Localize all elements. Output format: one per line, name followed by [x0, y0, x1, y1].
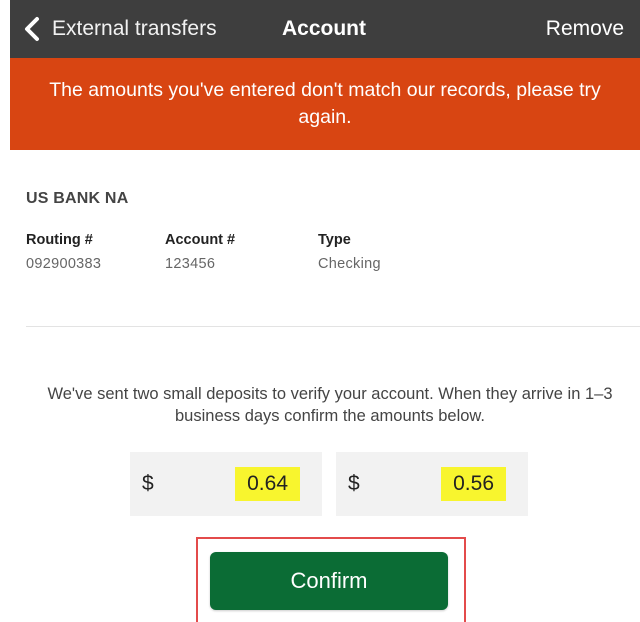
currency-symbol: $ [142, 472, 154, 495]
app-screen: External transfers Account Remove The am… [10, 0, 640, 622]
divider [26, 326, 640, 327]
currency-symbol: $ [348, 472, 360, 495]
remove-button[interactable]: Remove [546, 14, 624, 44]
account-value: 123456 [165, 256, 216, 272]
error-message: The amounts you've entered don't match o… [49, 79, 601, 128]
error-banner: The amounts you've entered don't match o… [10, 58, 640, 150]
routing-value: 092900383 [26, 256, 102, 272]
verify-instructions: We've sent two small deposits to verify … [47, 385, 613, 425]
amount-field-2[interactable]: $ 0.56 [336, 452, 528, 516]
account-label: Account # [165, 232, 236, 248]
bank-name: US BANK NA [26, 190, 129, 207]
page-title: Account [282, 17, 366, 40]
type-value: Checking [318, 256, 381, 272]
back-label: External transfers [52, 17, 217, 40]
chevron-left-icon [25, 17, 39, 41]
amount-field-1[interactable]: $ 0.64 [130, 452, 322, 516]
account-column: Account # 123456 [165, 232, 235, 272]
amount-value-2[interactable]: 0.56 [441, 467, 506, 501]
type-column: Type Checking [318, 232, 381, 272]
type-label: Type [318, 232, 351, 248]
nav-bar: External transfers Account Remove [10, 0, 640, 58]
routing-label: Routing # [26, 232, 93, 248]
back-button[interactable]: External transfers [24, 14, 217, 44]
amount-value-1[interactable]: 0.64 [235, 467, 300, 501]
account-details: US BANK NA Routing # 092900383 Account #… [10, 150, 640, 330]
confirm-button[interactable]: Confirm [210, 552, 448, 610]
routing-column: Routing # 092900383 [26, 232, 101, 272]
